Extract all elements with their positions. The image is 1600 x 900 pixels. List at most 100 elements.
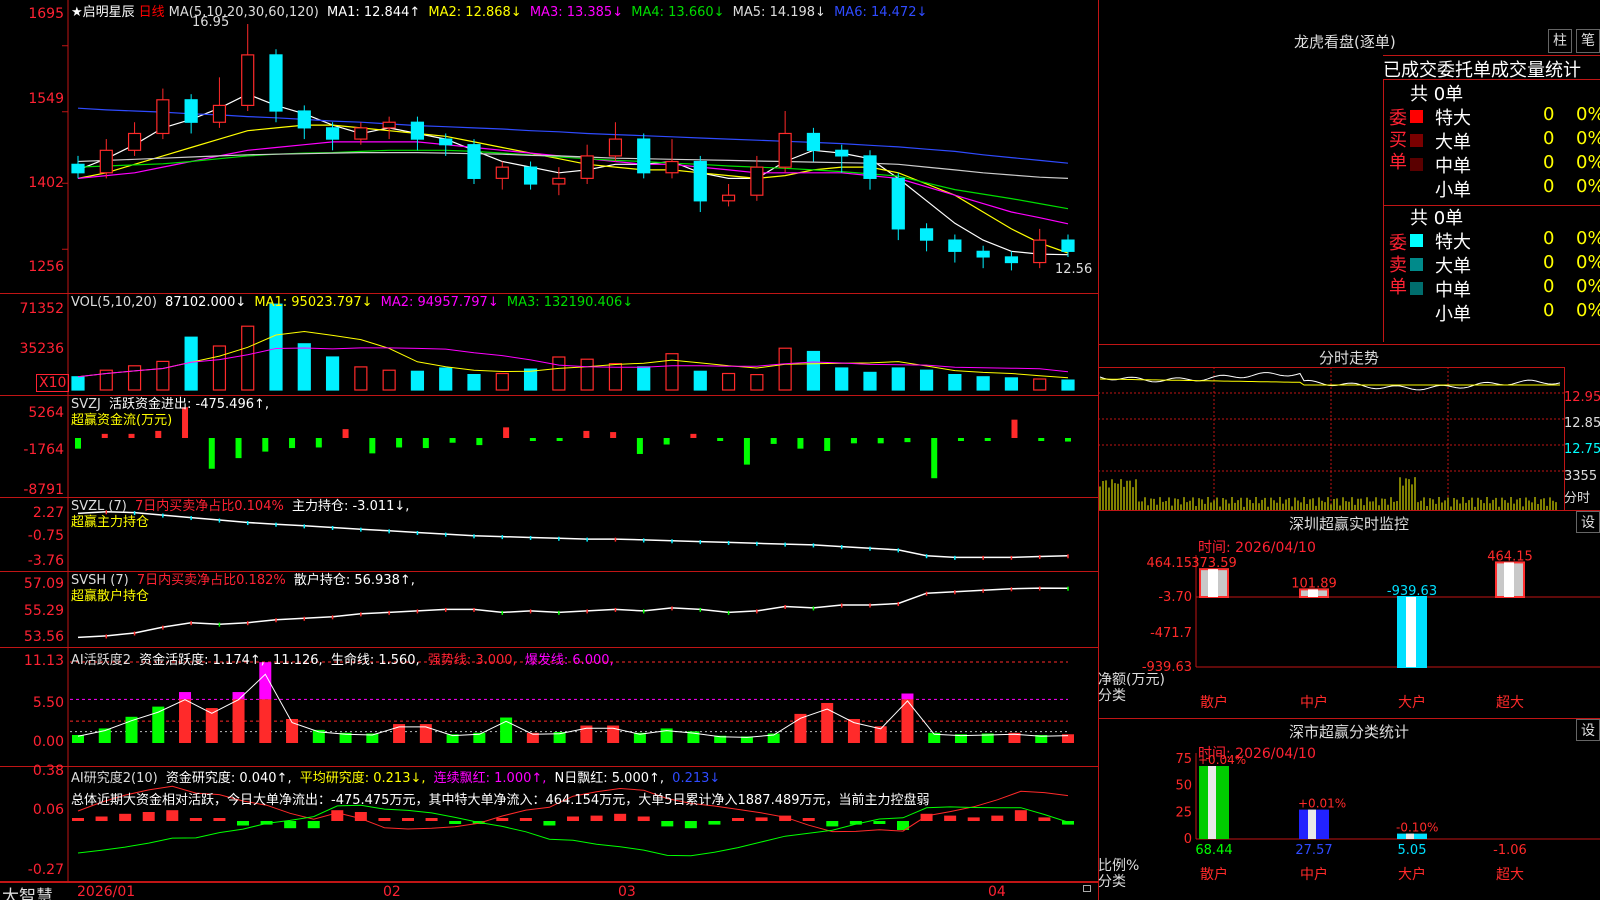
period-label[interactable]: 日线 [139, 5, 165, 20]
volume-bar [71, 376, 85, 391]
date-axis: 大智慧 2026/01 02 03 04 [0, 881, 1098, 900]
candle-body [439, 138, 453, 146]
research-bar [708, 821, 721, 825]
candle-body [382, 121, 396, 129]
flow-bar [396, 438, 403, 448]
ai-research-panel[interactable]: AI研究度2(10) 资金研究度: 0.040↑, 平均研究度: 0.213↓,… [0, 763, 1098, 883]
ai1-tick: 11.13 [23, 653, 64, 669]
candle-body [580, 155, 594, 179]
svzl-panel[interactable]: SVZL (7) 7日内买卖净占比0.104% 主力持仓: -3.011↓, 超… [0, 498, 1098, 572]
buy-rows: 特大 0 0% 大单 0 0% 中单 0 0% 小单 0 0% [1410, 104, 1600, 201]
flow-bar [369, 438, 376, 454]
research-bar [402, 818, 414, 821]
ratio-bar-highlight [1308, 809, 1316, 839]
ma6-value: MA6: 14.472↓ [834, 5, 928, 20]
research-bar [237, 821, 249, 826]
activity-line [77, 673, 1069, 738]
flow-bar [984, 438, 991, 441]
ma2-line [77, 124, 1069, 254]
volume-bar [806, 350, 821, 391]
ai-activity-panel[interactable]: AI活跃度2 资金活跃度: 1.174↑, 11.126, 生命线: 1.560… [0, 648, 1098, 767]
volume-bar [580, 358, 594, 391]
research-bar [661, 821, 674, 827]
candle-body [241, 54, 255, 107]
tab-executed[interactable]: 已成交 [1383, 60, 1437, 79]
ratio-value-label: 27.57 [1295, 843, 1332, 858]
ai2-last: 0.213↓ [672, 771, 721, 786]
ai1-burst: 爆发线: 6.000, [524, 653, 614, 668]
candle-body [721, 194, 736, 202]
vol-panel[interactable]: VOL(5,10,20) 87102.000↓ MA1: 95023.797↓ … [0, 294, 1098, 396]
svzj-panel[interactable]: SVZJ 活跃资金进出: -475.496↑, 超赢资金流(万元) 5264 -… [0, 396, 1098, 498]
volume-bar [354, 366, 368, 391]
net-value-label: 464.15 [1487, 549, 1533, 564]
stock-name[interactable]: ★启明星辰 [71, 5, 135, 20]
candle-body [99, 149, 113, 174]
flow-bar [824, 438, 831, 452]
order-pct: 0% [1576, 228, 1600, 249]
intraday-tick: 12.95 [1564, 390, 1600, 405]
vol-header: VOL(5,10,20) 87102.000↓ MA1: 95023.797↓ … [71, 295, 637, 310]
research-bar [307, 821, 320, 829]
research-bar [684, 821, 697, 829]
order-label: 特大 [1435, 232, 1471, 253]
category-label: 超大 [1496, 867, 1524, 883]
research-bar [284, 821, 297, 829]
svsh-panel[interactable]: SVSH (7) 7日内买卖净占比0.182% 散户持仓: 56.938↑, 超… [0, 572, 1098, 648]
buy-side-label: 委买单 [1389, 108, 1407, 173]
kline-tick: 1256 [28, 259, 64, 275]
sell-rows: 特大 0 0% 大单 0 0% 中单 0 0% 小单 0 0% [1410, 228, 1600, 325]
kline-panel[interactable]: ★启明星辰 日线 MA(5,10,20,30,60,120) MA1: 12.844… [0, 0, 1098, 294]
vol-tick: 35236 [19, 341, 64, 357]
change-label: -0.10% [1396, 821, 1438, 835]
research-bar [378, 818, 391, 821]
volume-bar [439, 367, 453, 391]
research-bar [590, 815, 603, 821]
app-logo[interactable]: 大智慧 [2, 882, 53, 900]
intraday-chart[interactable] [1098, 367, 1600, 511]
volume-bar [552, 356, 566, 391]
flow-bar [315, 438, 322, 448]
svzj-active: 活跃资金进出: -475.496↑, [109, 397, 270, 412]
order-row: 大单 0 0% [1410, 128, 1600, 153]
bar-mode-button[interactable]: 柱 [1548, 29, 1572, 53]
flow-bar [717, 438, 724, 441]
order-row: 特大 0 0% [1410, 104, 1600, 129]
order-pct: 0% [1576, 152, 1600, 173]
ma2-value: MA2: 12.868↓ [428, 5, 522, 20]
avg-price-line [1099, 378, 1560, 386]
order-pct: 0% [1576, 252, 1600, 273]
monitor-tick: -3.70 [1158, 590, 1192, 605]
tab-volume-stats[interactable]: 成交量统计 [1491, 60, 1581, 79]
vol-unit-badge[interactable]: X10 [36, 374, 70, 392]
flow-bar [262, 438, 269, 452]
flow-bar [663, 438, 670, 445]
flow-bar [503, 427, 510, 438]
volume-bar [467, 373, 481, 391]
low-label: 12.56 [1055, 262, 1093, 277]
intraday-panel[interactable]: 分时走势 12.95 12.85 12.75 3355 分时 [1098, 344, 1600, 511]
flow-bar [289, 438, 296, 449]
vol-ma2: MA2: 94957.797↓ [380, 295, 499, 310]
svzj-tick: -8791 [23, 482, 64, 498]
category-label: 超大 [1496, 695, 1524, 711]
lock-icon[interactable] [1083, 885, 1091, 892]
svzj-name: SVZJ [71, 397, 101, 412]
ratio-value-label: 68.44 [1195, 843, 1232, 858]
classify-xlabel: 分类 [1098, 874, 1126, 890]
ratio-value-label: 5.05 [1398, 843, 1427, 858]
volume-bar [976, 376, 990, 391]
ma5-value: MA5: 14.198↓ [732, 5, 826, 20]
pen-mode-button[interactable]: 笔 [1576, 29, 1600, 53]
tab-orders[interactable]: 委托单 [1437, 60, 1491, 79]
order-label: 小单 [1435, 304, 1471, 325]
candle-body [156, 99, 170, 135]
kline-chart[interactable] [0, 0, 1098, 294]
order-row: 中单 0 0% [1410, 276, 1600, 301]
flow-bar [690, 433, 697, 438]
ai-research-header: AI研究度2(10) 资金研究度: 0.040↑, 平均研究度: 0.213↓,… [71, 768, 934, 812]
ai2-summary: 总体近期大资金相对活跃，今日大单净流出：-475.475万元，其中特大单净流入：… [71, 793, 930, 808]
stock-terminal: ★启明星辰 日线 MA(5,10,20,30,60,120) MA1: 12.844… [0, 0, 1600, 900]
research-bar [1062, 821, 1074, 825]
candle-body [637, 138, 651, 174]
